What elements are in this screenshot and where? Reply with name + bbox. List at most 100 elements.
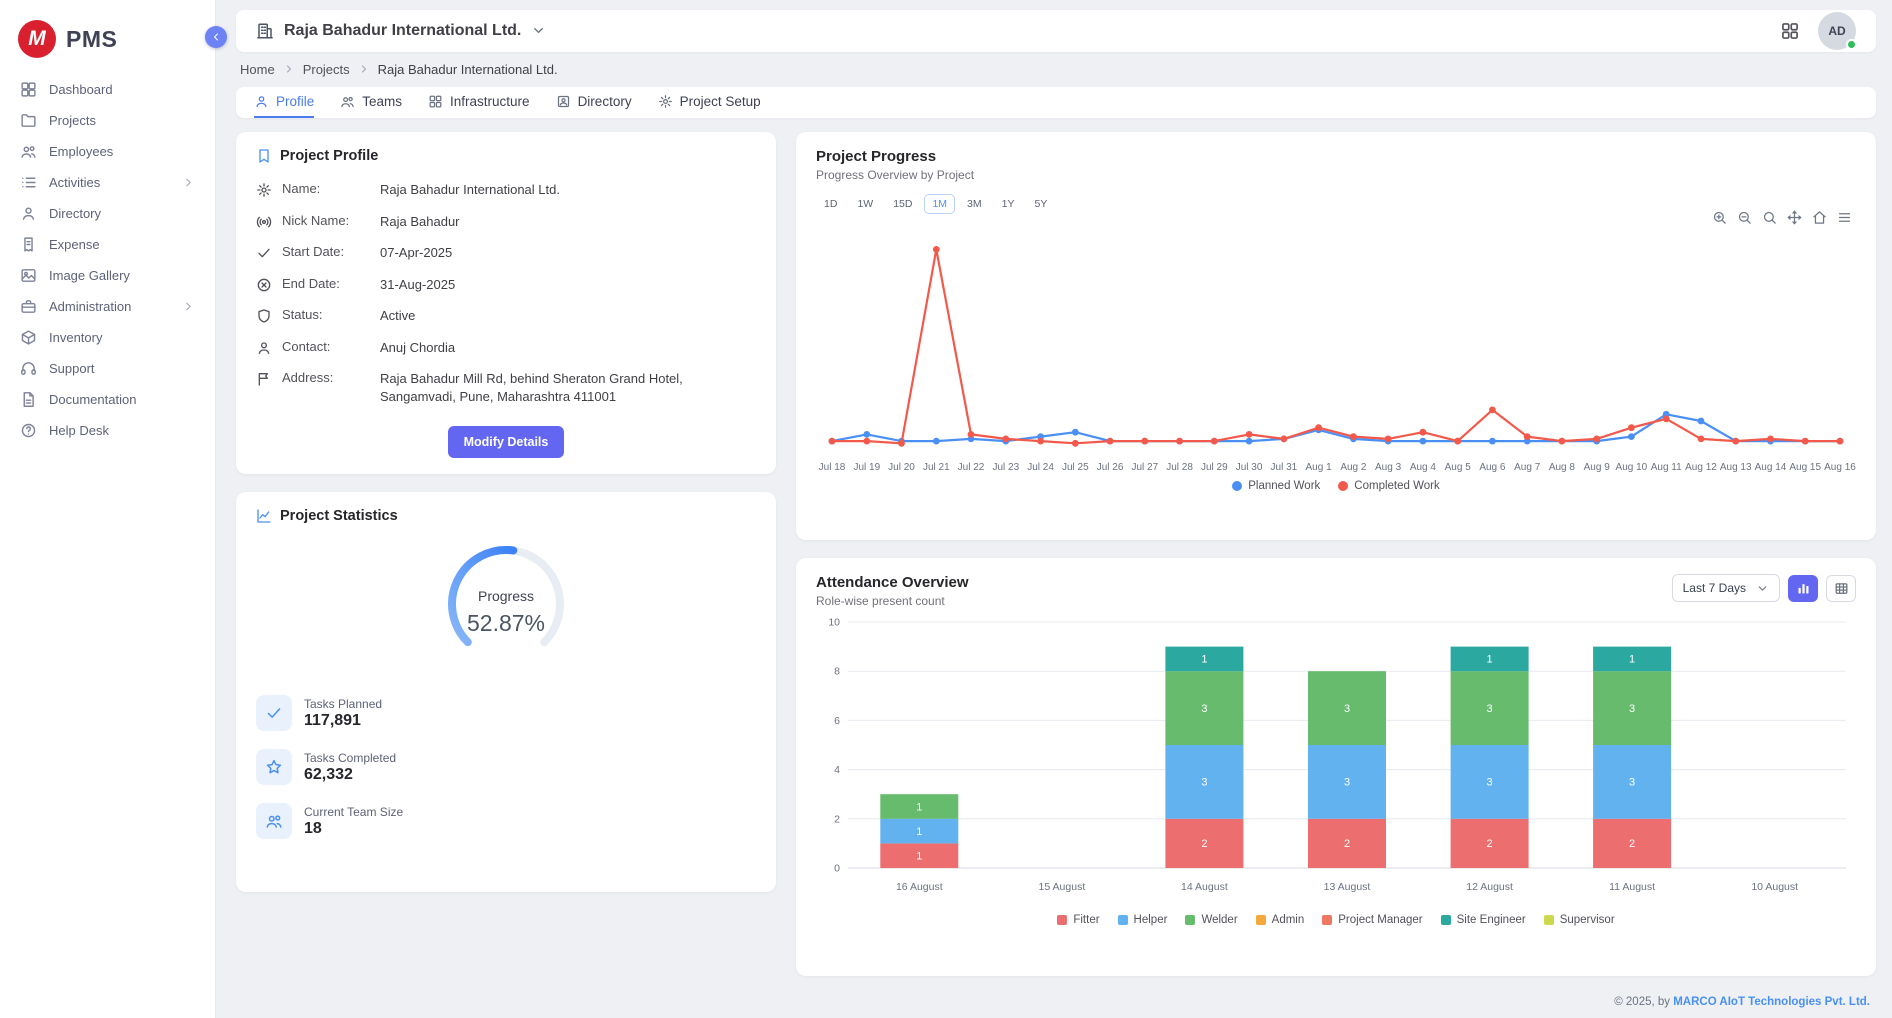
stat-value: 117,891 (304, 712, 382, 730)
sidebar-item-support[interactable]: Support (0, 353, 215, 384)
online-status-dot (1846, 39, 1857, 50)
range-button-5y[interactable]: 5Y (1026, 194, 1055, 214)
legend-admin[interactable]: Admin (1256, 914, 1305, 926)
sidebar-item-help-desk[interactable]: Help Desk (0, 415, 215, 446)
range-button-1y[interactable]: 1Y (994, 194, 1023, 214)
legend-fitter[interactable]: Fitter (1057, 914, 1099, 926)
range-button-1w[interactable]: 1W (849, 194, 881, 214)
company-selector[interactable]: Raja Bahadur International Ltd. (256, 22, 546, 40)
profile-field-start-date: Start Date:07-Apr-2025 (256, 237, 756, 269)
tab-label: Infrastructure (450, 94, 530, 109)
date-range-select[interactable]: Last 7 Days (1672, 574, 1780, 602)
project-progress-chart[interactable]: Jul 18Jul 19Jul 20Jul 21Jul 22Jul 23Jul … (816, 226, 1856, 478)
briefcase-icon (20, 298, 37, 315)
left-column: Project Profile Name:Raja Bahadur Intern… (236, 132, 776, 892)
attendance-chart[interactable]: 024681011116 August15 August233114 Augus… (816, 612, 1856, 912)
sidebar-item-projects[interactable]: Projects (0, 105, 215, 136)
tab-teams[interactable]: Teams (340, 87, 402, 118)
breadcrumb-home[interactable]: Home (240, 62, 275, 77)
legend-planned-work[interactable]: Planned Work (1232, 480, 1320, 492)
field-value: Raja Bahadur International Ltd. (380, 181, 560, 199)
stat-label: Current Team Size (304, 805, 403, 819)
legend-site-engineer[interactable]: Site Engineer (1441, 914, 1526, 926)
range-button-1d[interactable]: 1D (816, 194, 845, 214)
stat-current-team-size: Current Team Size18 (256, 794, 756, 848)
apps-grid-icon[interactable] (1780, 21, 1800, 41)
people-icon (340, 94, 355, 109)
person-icon (254, 94, 269, 109)
legend-helper[interactable]: Helper (1118, 914, 1168, 926)
attendance-titles: Attendance Overview Role-wise present co… (816, 574, 969, 608)
svg-text:Aug 13: Aug 13 (1720, 462, 1752, 473)
user-avatar[interactable]: AD (1818, 12, 1856, 50)
sidebar-collapse-button[interactable] (205, 26, 227, 48)
range-button-1m[interactable]: 1M (924, 194, 955, 214)
legend-marker (1057, 915, 1067, 925)
svg-text:8: 8 (834, 666, 840, 678)
bar-chart-view-button[interactable] (1788, 575, 1818, 602)
tab-directory[interactable]: Directory (556, 87, 632, 118)
svg-text:Aug 11: Aug 11 (1651, 462, 1682, 473)
sidebar-item-inventory[interactable]: Inventory (0, 322, 215, 353)
tab-infrastructure[interactable]: Infrastructure (428, 87, 530, 118)
svg-text:Aug 6: Aug 6 (1479, 462, 1506, 473)
brand-logo[interactable]: M PMS (0, 10, 215, 74)
sidebar-item-employees[interactable]: Employees (0, 136, 215, 167)
main-area: Raja Bahadur International Ltd. AD Home … (216, 0, 1892, 1018)
chevron-left-icon (210, 31, 222, 43)
legend-supervisor[interactable]: Supervisor (1544, 914, 1615, 926)
footer-link[interactable]: MARCO AIoT Technologies Pvt. Ltd. (1673, 996, 1870, 1008)
home-icon[interactable] (1812, 210, 1827, 225)
sidebar-item-image-gallery[interactable]: Image Gallery (0, 260, 215, 291)
logo-m-icon: M (18, 20, 56, 58)
legend-completed-work[interactable]: Completed Work (1338, 480, 1439, 492)
svg-text:Jul 22: Jul 22 (958, 462, 985, 473)
breadcrumb-projects[interactable]: Projects (303, 62, 350, 77)
profile-field-name: Name:Raja Bahadur International Ltd. (256, 174, 756, 206)
zoom-in-icon[interactable] (1712, 210, 1727, 225)
range-button-15d[interactable]: 15D (885, 194, 920, 214)
range-button-3m[interactable]: 3M (959, 194, 990, 214)
sidebar-item-expense[interactable]: Expense (0, 229, 215, 260)
sidebar-item-dashboard[interactable]: Dashboard (0, 74, 215, 105)
svg-text:Jul 21: Jul 21 (923, 462, 950, 473)
search-icon[interactable] (1762, 210, 1777, 225)
svg-text:Jul 19: Jul 19 (853, 462, 880, 473)
tab-label: Profile (276, 94, 314, 109)
range-buttons: 1D1W15D1M3M1Y5Y (816, 194, 1856, 214)
modify-details-button[interactable]: Modify Details (448, 426, 565, 458)
tab-label: Project Setup (680, 94, 761, 109)
svg-text:3: 3 (1629, 777, 1635, 789)
sidebar-item-documentation[interactable]: Documentation (0, 384, 215, 415)
legend-marker (1322, 915, 1332, 925)
broadcast-icon (256, 214, 272, 230)
pan-icon[interactable] (1787, 210, 1802, 225)
svg-text:Aug 9: Aug 9 (1584, 462, 1611, 473)
sidebar-item-directory[interactable]: Directory (0, 198, 215, 229)
svg-text:Aug 8: Aug 8 (1549, 462, 1576, 473)
sidebar-item-administration[interactable]: Administration (0, 291, 215, 322)
svg-text:12 August: 12 August (1466, 881, 1513, 893)
profile-field-status: Status:Active (256, 300, 756, 332)
right-column: Project Progress Progress Overview by Pr… (796, 132, 1876, 1014)
chart-toolbar (1712, 210, 1852, 225)
stat-label: Tasks Completed (304, 751, 396, 765)
gauge-label: Progress (431, 588, 581, 604)
person-icon (20, 205, 37, 222)
legend-project-manager[interactable]: Project Manager (1322, 914, 1422, 926)
tab-project-setup[interactable]: Project Setup (658, 87, 761, 118)
table-view-button[interactable] (1826, 575, 1856, 602)
menu-icon[interactable] (1837, 210, 1852, 225)
sidebar-item-activities[interactable]: Activities (0, 167, 215, 198)
chart-line-icon (256, 508, 272, 524)
sidebar: M PMS DashboardProjectsEmployeesActiviti… (0, 0, 216, 1018)
svg-text:Aug 10: Aug 10 (1616, 462, 1648, 473)
zoom-out-icon[interactable] (1737, 210, 1752, 225)
tab-profile[interactable]: Profile (254, 87, 314, 118)
svg-text:3: 3 (1344, 777, 1350, 789)
help-icon (20, 422, 37, 439)
gear-icon (256, 182, 272, 198)
legend-welder[interactable]: Welder (1185, 914, 1237, 926)
sidebar-item-label: Directory (49, 206, 101, 221)
app-root: M PMS DashboardProjectsEmployeesActiviti… (0, 0, 1892, 1018)
